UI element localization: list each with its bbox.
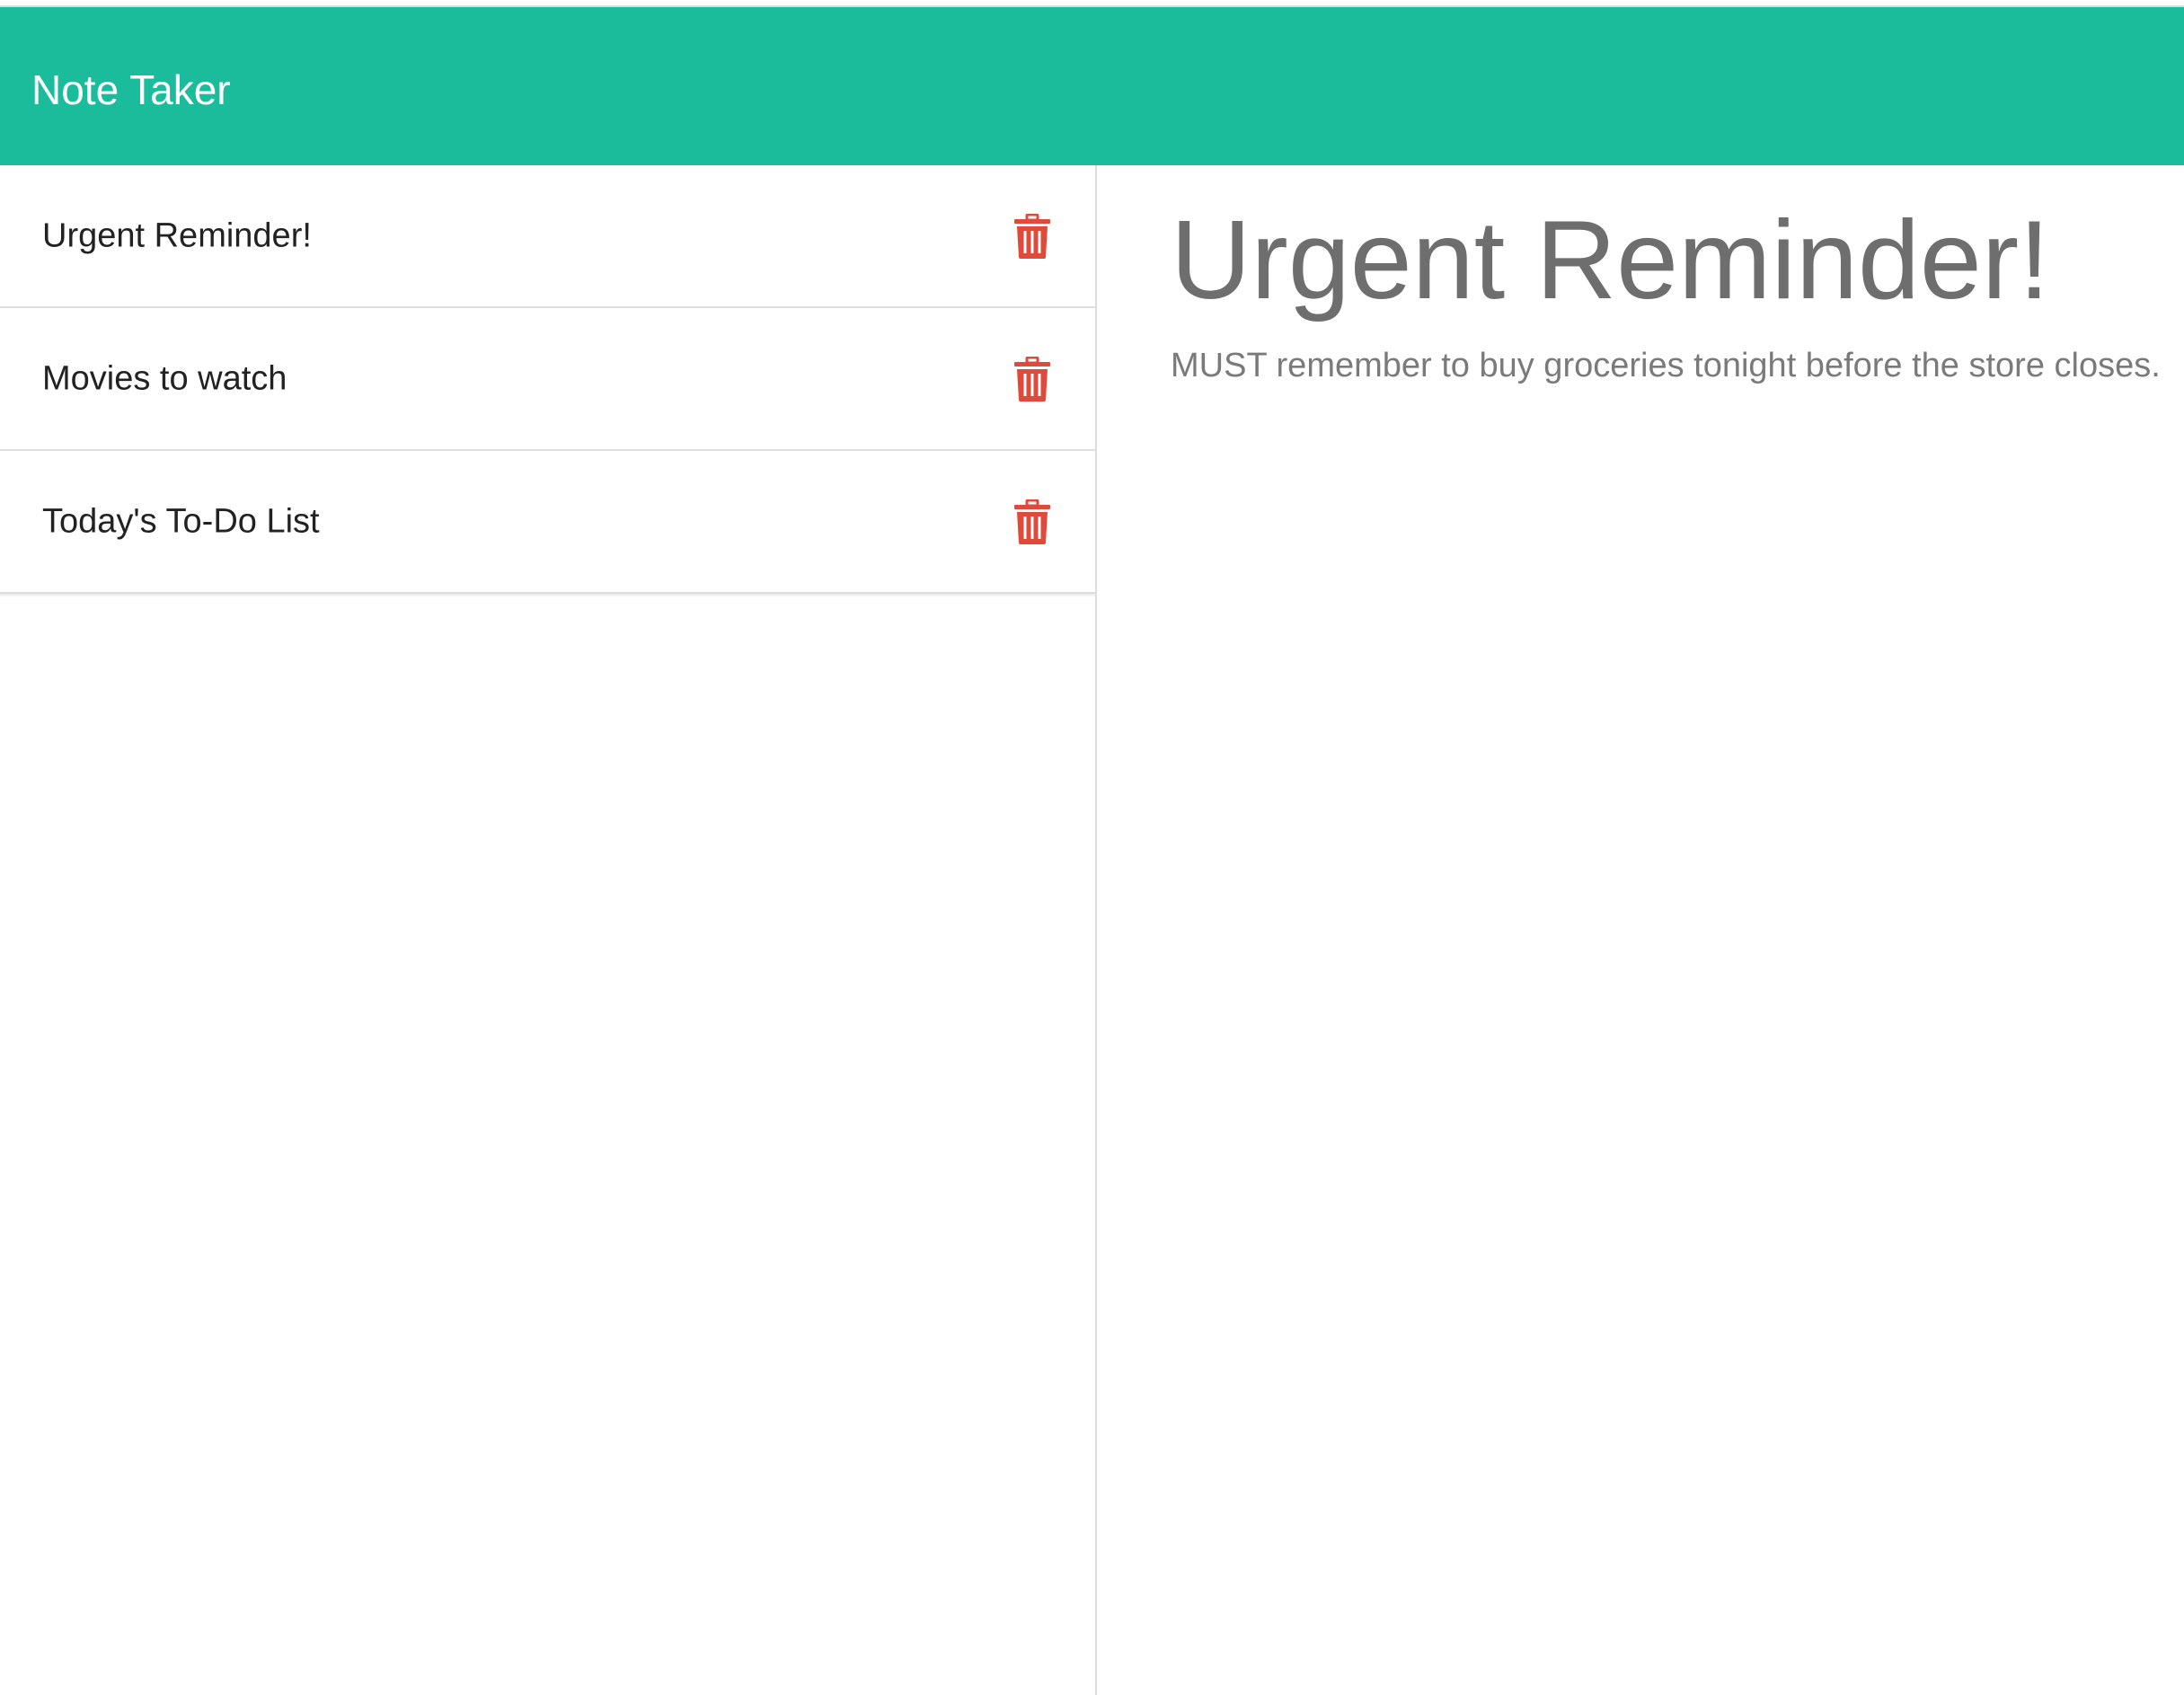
navbar: Note Taker	[0, 7, 2184, 165]
note-list-item-title: Movies to watch	[42, 359, 287, 397]
note-title-field[interactable]: Urgent Reminder!	[1171, 198, 2050, 323]
trash-icon[interactable]	[1013, 499, 1051, 544]
note-list-item[interactable]: Urgent Reminder!	[0, 165, 1095, 308]
brand-link[interactable]: Note Taker	[31, 65, 231, 115]
trash-icon[interactable]	[1013, 356, 1051, 402]
note-list-panel: Urgent Reminder! Movies to watch Today's…	[0, 165, 1097, 1695]
list-divider-shadow	[0, 594, 1095, 597]
top-border	[0, 0, 2184, 7]
note-list-item[interactable]: Today's To-Do List	[0, 451, 1095, 594]
note-text-field[interactable]: MUST remember to buy groceries tonight b…	[1171, 343, 2161, 388]
note-list-item-title: Urgent Reminder!	[42, 216, 312, 254]
note-editor: Urgent Reminder! MUST remember to buy gr…	[1098, 165, 2184, 1695]
note-list-item[interactable]: Movies to watch	[0, 308, 1095, 451]
trash-icon[interactable]	[1013, 213, 1051, 259]
note-list-item-title: Today's To-Do List	[42, 502, 320, 540]
